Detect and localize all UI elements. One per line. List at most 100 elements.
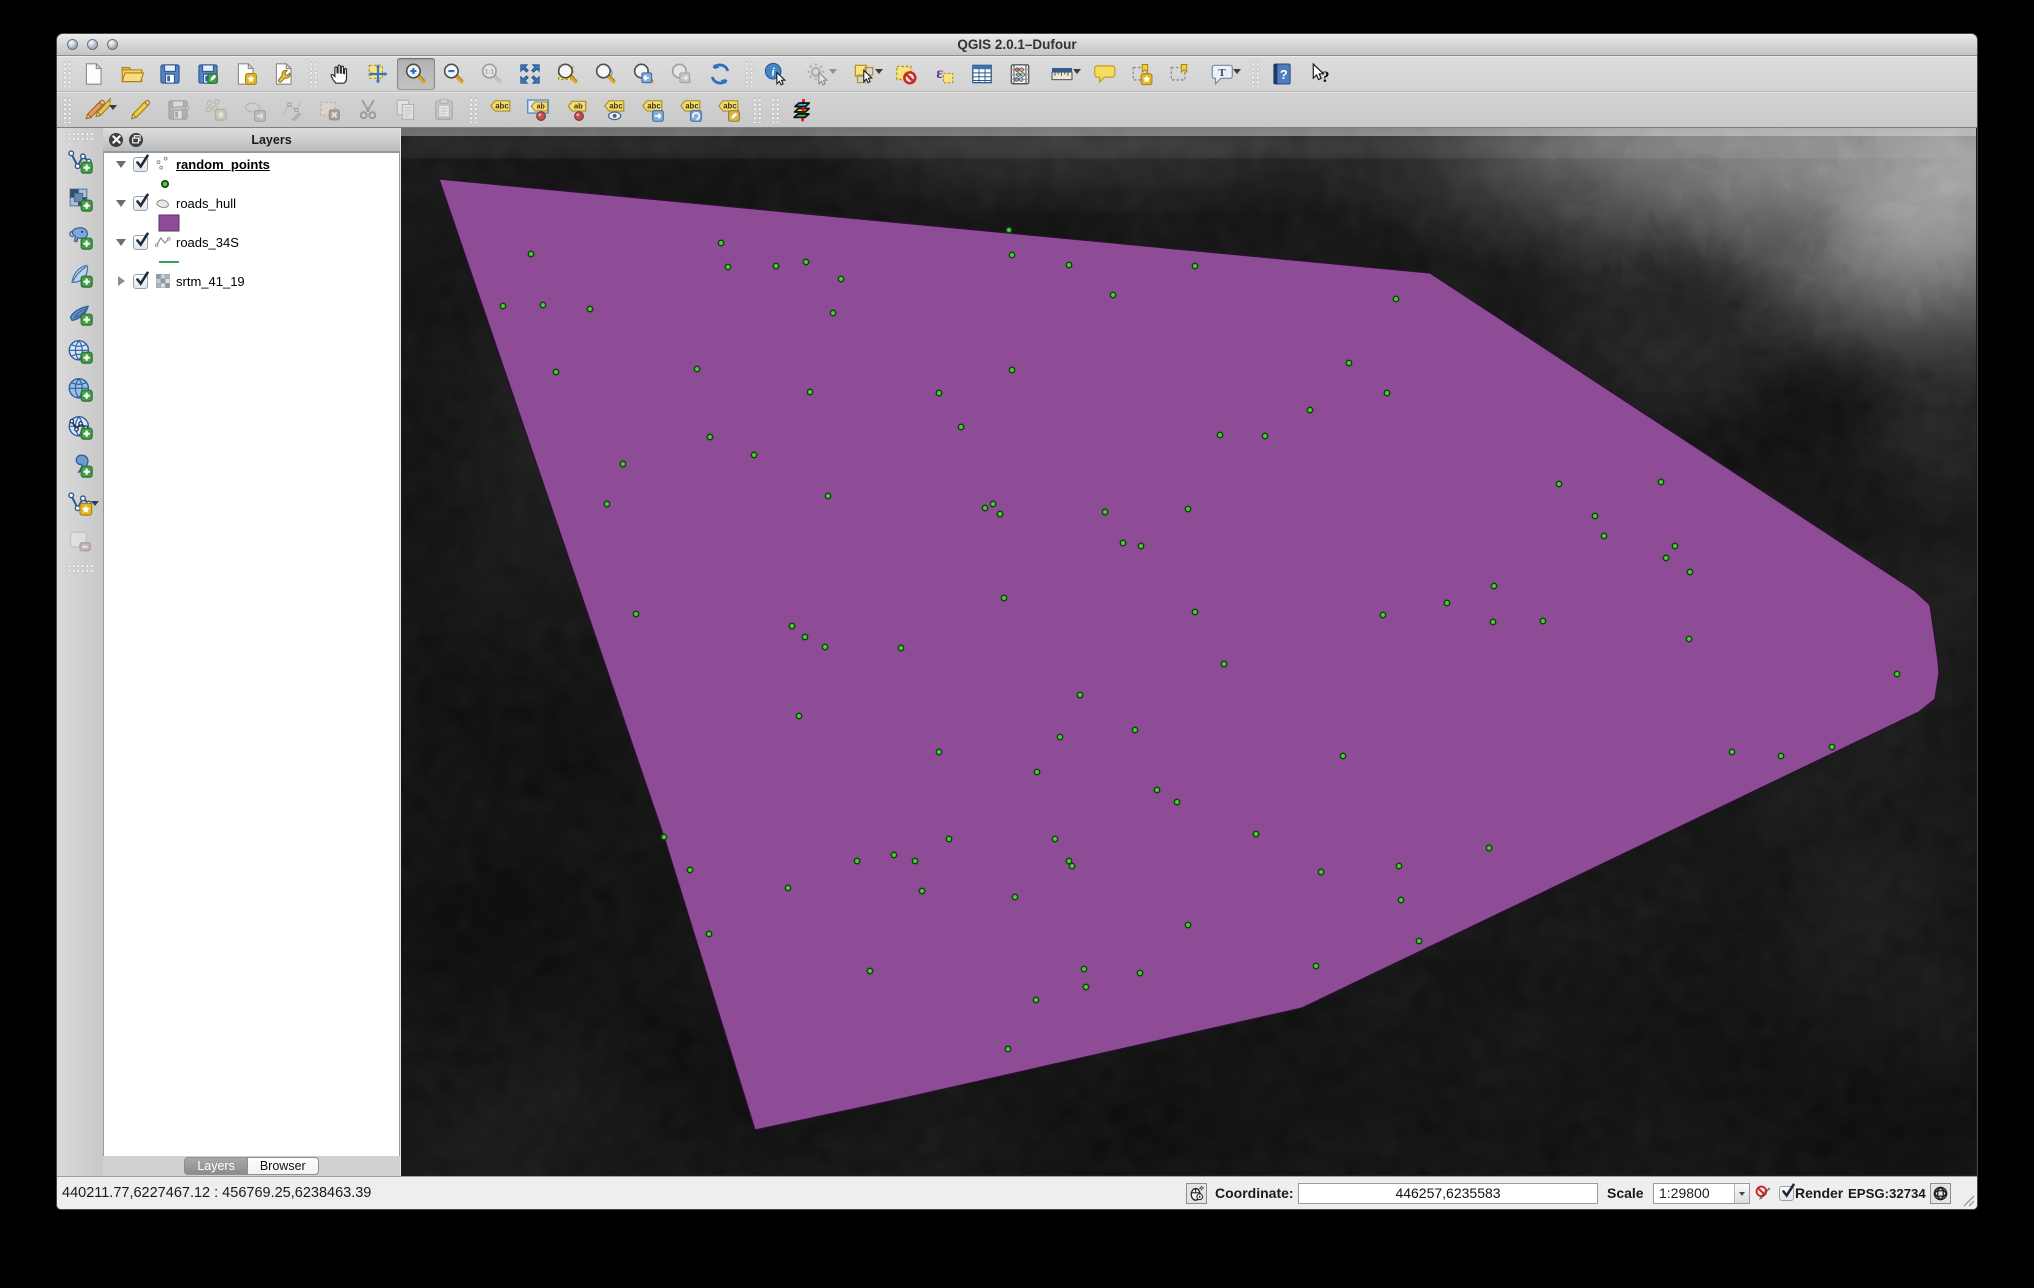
add-raster-layer-button[interactable] [62, 182, 98, 216]
help-contents-button[interactable]: ? [1263, 58, 1301, 90]
labeling-button[interactable]: abc [481, 94, 519, 126]
zoom-in-button[interactable] [397, 58, 435, 90]
run-feature-action-button [795, 58, 841, 90]
layer-row-random_points[interactable]: random_points [104, 154, 399, 174]
composer-manager-button[interactable] [265, 58, 303, 90]
layer-name[interactable]: random_points [176, 157, 270, 172]
layer-row-srtm_41_19[interactable]: srtm_41_19 [104, 271, 399, 291]
toggle-editing-button[interactable] [121, 94, 159, 126]
layer-name[interactable]: roads_34S [176, 235, 239, 250]
refresh-map-icon [707, 61, 733, 87]
zoom-to-selection-button[interactable] [549, 58, 587, 90]
checkmark-icon [134, 193, 151, 210]
add-mssql-layer-button[interactable] [62, 296, 98, 330]
new-shapefile-layer-button[interactable] [62, 486, 98, 520]
layer-visibility-checkbox[interactable] [133, 274, 148, 289]
measure-line-button[interactable] [1039, 58, 1085, 90]
layer-stack-pin-button[interactable] [783, 94, 821, 126]
titlebar[interactable]: QGIS 2.0.1–Dufour [57, 34, 1977, 56]
deselect-features-button[interactable] [887, 58, 925, 90]
layer-symbol-row [104, 174, 399, 193]
resize-grip[interactable] [1961, 1193, 1975, 1207]
select-features-button[interactable] [841, 58, 887, 90]
add-vector-layer-button[interactable] [62, 144, 98, 178]
add-mssql-layer-icon [66, 299, 94, 327]
layer-row-roads_34S[interactable]: roads_34S [104, 232, 399, 252]
window-title: QGIS 2.0.1–Dufour [57, 34, 1977, 56]
panel-float-button[interactable] [129, 133, 143, 147]
add-feature-button [197, 94, 235, 126]
coordinate-input[interactable] [1298, 1183, 1598, 1204]
map-tips-icon [1091, 61, 1117, 87]
layer-name[interactable]: roads_hull [176, 196, 236, 211]
add-spatialite-layer-button[interactable] [62, 258, 98, 292]
open-attribute-table-button[interactable] [963, 58, 1001, 90]
show-hide-labels-button[interactable]: abc [595, 94, 633, 126]
rotate-label-button[interactable]: abc [671, 94, 709, 126]
panel-tab-layers[interactable]: Layers [184, 1157, 247, 1175]
layers-panel-header: Layers [103, 128, 400, 153]
add-postgis-layer-icon [66, 223, 94, 251]
text-annotation-button[interactable]: T [1199, 58, 1245, 90]
toolbar-handle [67, 564, 93, 573]
show-bookmarks-button[interactable] [1161, 58, 1199, 90]
refresh-map-button[interactable] [701, 58, 739, 90]
render-checkbox[interactable] [1779, 1186, 1794, 1201]
layer-visibility-checkbox[interactable] [133, 196, 148, 211]
zoom-last-button[interactable] [625, 58, 663, 90]
panel-tab-browser[interactable]: Browser [247, 1157, 319, 1175]
add-wfs-layer-button[interactable] [62, 410, 98, 444]
add-wcs-layer-button[interactable] [62, 372, 98, 406]
whats-this-button[interactable]: ? [1301, 58, 1339, 90]
zoom-out-button[interactable] [435, 58, 473, 90]
new-project-button[interactable] [75, 58, 113, 90]
panel-close-button[interactable] [109, 133, 123, 147]
add-wms-layer-button[interactable] [62, 334, 98, 368]
zoom-to-layer-button[interactable] [587, 58, 625, 90]
svg-text:1:1: 1:1 [485, 68, 495, 75]
move-label-button[interactable]: abc [633, 94, 671, 126]
change-label-button[interactable]: abc [709, 94, 747, 126]
labeling-options-button[interactable]: ab [519, 94, 557, 126]
layer-name[interactable]: srtm_41_19 [176, 274, 245, 289]
new-composer-button[interactable] [227, 58, 265, 90]
collapse-toggle[interactable] [110, 200, 132, 207]
stop-render-button[interactable] [1753, 1183, 1774, 1204]
scale-dropdown-arrow[interactable] [1734, 1184, 1749, 1203]
layer-visibility-checkbox[interactable] [133, 157, 148, 172]
pin-labels-button[interactable]: ab [557, 94, 595, 126]
map-tips-button[interactable] [1085, 58, 1123, 90]
svg-text:ab: ab [537, 103, 545, 110]
map-canvas[interactable] [400, 128, 1977, 1176]
layer-row-roads_hull[interactable]: roads_hull [104, 193, 399, 213]
svg-text:T: T [1218, 67, 1226, 79]
toolbar-handle [63, 97, 72, 123]
current-edits-button[interactable] [75, 94, 121, 126]
add-postgis-layer-button[interactable] [62, 220, 98, 254]
layer-visibility-checkbox[interactable] [133, 235, 148, 250]
save-project-as-button[interactable] [189, 58, 227, 90]
collapse-toggle[interactable] [110, 239, 132, 246]
collapse-toggle[interactable] [110, 161, 132, 168]
help-contents-icon: ? [1269, 61, 1295, 87]
identify-features-button[interactable]: i [757, 58, 795, 90]
save-layer-edits-icon [165, 97, 191, 123]
pan-to-selection-button[interactable] [359, 58, 397, 90]
add-oracle-layer-button[interactable] [62, 448, 98, 482]
expand-toggle[interactable] [110, 276, 132, 286]
pan-map-button[interactable] [321, 58, 359, 90]
field-calculator-button[interactable] [1001, 58, 1039, 90]
delete-selected-button [311, 94, 349, 126]
select-by-expression-button[interactable]: ε [925, 58, 963, 90]
open-project-button[interactable] [113, 58, 151, 90]
toggle-extents-display-button[interactable] [1186, 1183, 1207, 1204]
zoom-in-icon [403, 61, 429, 87]
crs-status-button[interactable] [1930, 1183, 1951, 1204]
save-project-button[interactable] [151, 58, 189, 90]
zoom-full-button[interactable] [511, 58, 549, 90]
new-bookmark-button[interactable] [1123, 58, 1161, 90]
scale-combo[interactable]: 1:29800 [1653, 1183, 1750, 1204]
current-edits-icon [85, 97, 111, 123]
labeling-icon: abc [487, 97, 513, 123]
crs-status: EPSG:32734 [1848, 1186, 1926, 1201]
